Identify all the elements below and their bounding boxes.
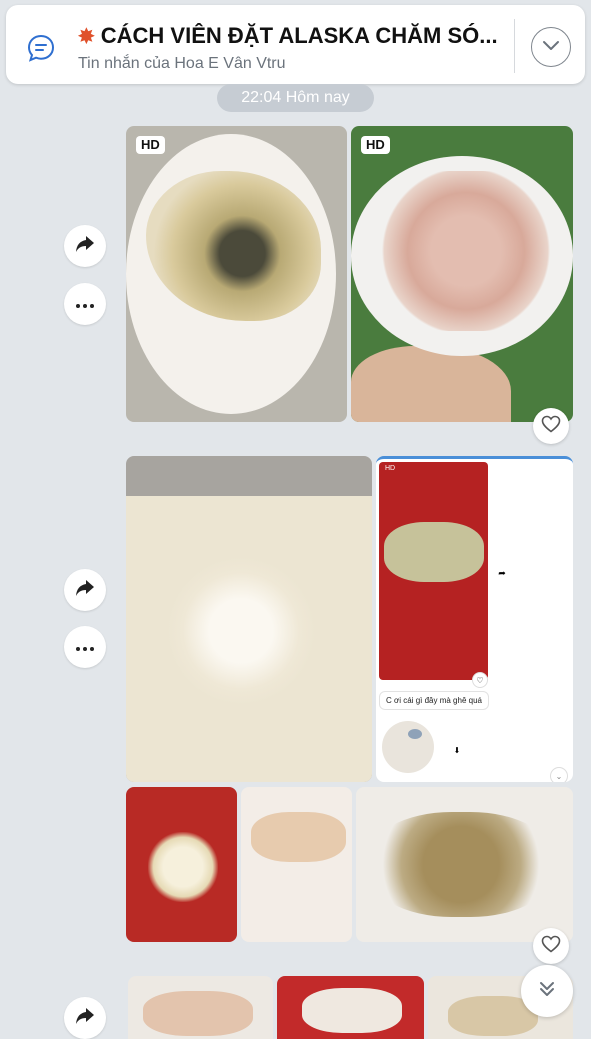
share-icon: [75, 579, 95, 602]
share-button[interactable]: [64, 225, 106, 267]
hd-badge: HD: [385, 465, 396, 472]
photo-thumbnail[interactable]: HD: [351, 126, 573, 422]
photo-content: [302, 988, 402, 1033]
react-heart-button[interactable]: [533, 408, 569, 444]
download-icon: ⬇: [450, 743, 464, 757]
chat-bubble-icon: [26, 33, 56, 63]
heart-icon: [541, 415, 561, 438]
photo-content: [384, 522, 484, 582]
collapse-header-button[interactable]: [531, 27, 571, 67]
photo-thumbnail[interactable]: [126, 456, 372, 782]
photo-content: [251, 812, 346, 862]
conversation-title[interactable]: ✸ CÁCH VIÊN ĐẶT ALASKA CHĂM SÓ...: [78, 23, 508, 49]
photo-content: [148, 832, 218, 902]
more-options-button[interactable]: [64, 626, 106, 668]
share-icon: [75, 235, 95, 258]
photo-thumbnail[interactable]: [277, 976, 424, 1039]
more-icon: [76, 638, 94, 656]
photo-content: [366, 812, 556, 917]
screenshot-thumbnail[interactable]: HD ➦ ♡ C ơi cái gì đây mà ghê quá ⬇ ⌄: [376, 456, 573, 782]
sticker-detail: [408, 729, 422, 739]
conversation-header: ✸ CÁCH VIÊN ĐẶT ALASKA CHĂM SÓ... Tin nhắ…: [6, 5, 585, 84]
photo-content: [143, 991, 253, 1036]
double-chevron-down-icon: [537, 979, 557, 1004]
more-icon: [76, 295, 94, 313]
chevron-down-icon: [542, 38, 560, 56]
photo-thumbnail[interactable]: [356, 787, 573, 942]
conversation-title-text: CÁCH VIÊN ĐẶT ALASKA CHĂM SÓ...: [100, 23, 498, 48]
hd-badge: HD: [361, 136, 390, 154]
photo-content: [351, 346, 511, 422]
photo-thumbnail[interactable]: [126, 787, 237, 942]
photo-content: HD: [379, 462, 488, 680]
share-button[interactable]: [64, 569, 106, 611]
conversation-subtitle: Tin nhắn của Hoa E Vân Vtru: [78, 55, 286, 72]
heart-icon: ♡: [472, 672, 488, 688]
embedded-message-bubble: C ơi cái gì đây mà ghê quá: [379, 691, 489, 710]
scroll-to-bottom-button[interactable]: [521, 965, 573, 1017]
header-divider: [514, 19, 515, 73]
collision-spark-icon: ✸: [78, 26, 95, 48]
share-icon: [75, 1007, 95, 1030]
hd-badge: HD: [136, 136, 165, 154]
chevron-down-icon: ⌄: [550, 767, 568, 782]
sticker-image: [382, 721, 434, 773]
photo-thumbnail[interactable]: [241, 787, 352, 942]
heart-icon: [541, 935, 561, 958]
share-icon: ➦: [494, 565, 510, 581]
more-options-button[interactable]: [64, 283, 106, 325]
photo-thumbnail[interactable]: [128, 976, 273, 1039]
photo-content: [381, 171, 551, 331]
time-separator: 22:04 Hôm nay: [217, 84, 374, 112]
react-heart-button[interactable]: [533, 928, 569, 964]
photo-thumbnail[interactable]: HD: [126, 126, 347, 422]
photo-content: [166, 556, 316, 706]
share-button[interactable]: [64, 997, 106, 1039]
